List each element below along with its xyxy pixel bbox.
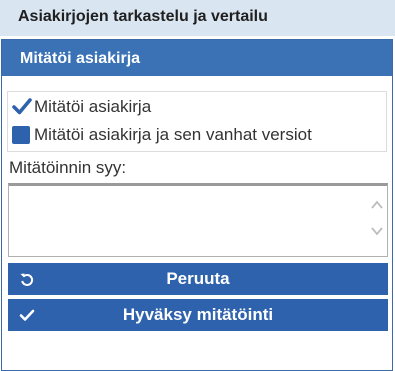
scroll-up-icon[interactable] — [370, 198, 384, 212]
checkbox-void-document-and-versions[interactable] — [12, 126, 30, 144]
window-title: Asiakirjojen tarkastelu ja vertailu — [18, 8, 268, 25]
reason-textarea[interactable] — [8, 183, 388, 257]
reason-label: Mitätöinnin syy: — [9, 158, 127, 177]
void-document-dialog: Mitätöi asiakirja Mitätöi asiakirja Mitä… — [1, 39, 393, 371]
scroll-down-icon[interactable] — [370, 224, 384, 238]
check-icon — [19, 309, 35, 321]
option-void-document-label: Mitätöi asiakirja — [34, 97, 152, 116]
dialog-title: Mitätöi asiakirja — [20, 50, 141, 67]
undo-icon — [20, 273, 34, 286]
void-options-group: Mitätöi asiakirja Mitätöi asiakirja ja s… — [7, 91, 387, 152]
approve-void-button-label: Hyväksy mitätöinti — [122, 305, 274, 324]
option-void-document-and-versions[interactable]: Mitätöi asiakirja ja sen vanhat versiot — [12, 124, 312, 146]
cancel-button[interactable]: Peruuta — [8, 263, 388, 295]
option-void-document-and-versions-label: Mitätöi asiakirja ja sen vanhat versiot — [34, 125, 312, 144]
check-icon — [12, 98, 32, 115]
cancel-button-label: Peruuta — [166, 269, 230, 288]
checkbox-void-document[interactable] — [12, 98, 32, 116]
approve-void-button[interactable]: Hyväksy mitätöinti — [8, 299, 388, 331]
window-title-bar: Asiakirjojen tarkastelu ja vertailu — [0, 0, 395, 36]
option-void-document[interactable]: Mitätöi asiakirja — [12, 96, 151, 118]
dialog-header: Mitätöi asiakirja — [2, 40, 392, 76]
